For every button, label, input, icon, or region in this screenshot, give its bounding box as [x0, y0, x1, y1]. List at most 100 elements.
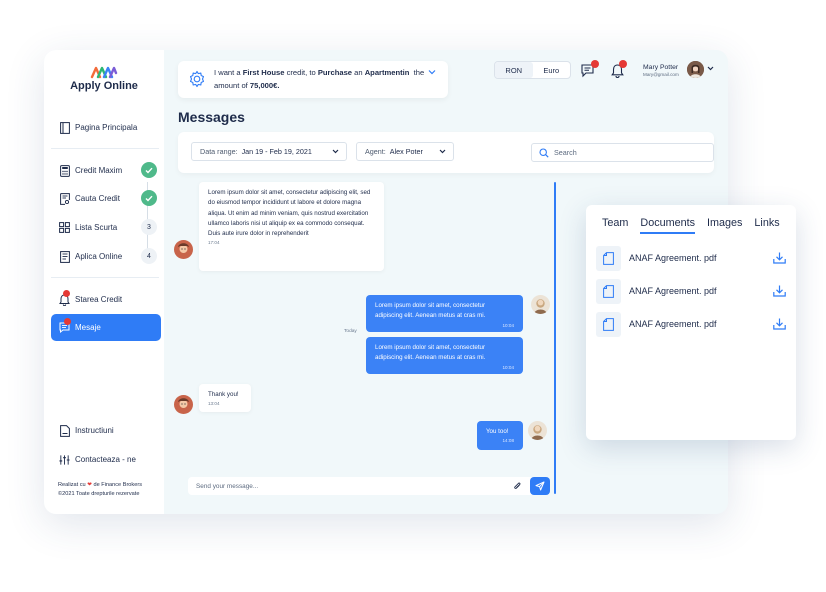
message-time: 10:04	[502, 364, 515, 370]
sidebar-item-instructiuni[interactable]: Instructiuni	[51, 417, 161, 444]
sidebar-item-label: Aplica Online	[75, 252, 123, 261]
paperclip-icon[interactable]	[513, 481, 522, 491]
message-text: Lorem ipsum dolor sit amet, consectetur …	[208, 189, 371, 238]
search-input[interactable]: Search	[531, 143, 714, 162]
divider	[51, 277, 159, 278]
sidebar-item-label: Pagina Principala	[75, 123, 138, 132]
tab-team[interactable]: Team	[602, 217, 628, 234]
search-doc-icon	[59, 192, 70, 205]
logo-icon	[90, 66, 118, 79]
message-outgoing: Lorem ipsum dolor sit amet, consectetur …	[366, 337, 523, 374]
sidebar-item-label: Cauta Credit	[75, 194, 120, 203]
currency-toggle[interactable]: RON Euro	[494, 61, 571, 79]
sidebar-item-label: Credit Maxim	[75, 166, 123, 175]
chevron-down-icon[interactable]	[428, 69, 436, 75]
footer-copyright: ©2021 Toate drepturile rezervate	[58, 491, 140, 497]
file-name: ANAF Agreement. pdf	[629, 319, 717, 329]
document-icon	[59, 424, 70, 437]
sliders-icon	[59, 454, 70, 466]
download-icon[interactable]	[773, 285, 786, 297]
file-item[interactable]: ANAF Agreement. pdf	[596, 245, 786, 271]
footer: Realizat cu ❤ de Finance Brokers ©2021 T…	[58, 481, 142, 499]
notification-badge	[64, 317, 71, 325]
message-time: 17:04	[208, 240, 220, 246]
check-icon	[141, 190, 157, 206]
sidebar-item-mesaje[interactable]: Mesaje	[51, 314, 161, 341]
send-button[interactable]	[530, 477, 550, 495]
calculator-icon	[59, 164, 70, 177]
sidebar-item-cauta-credit[interactable]: Cauta Credit	[51, 185, 161, 212]
messages-button[interactable]	[580, 60, 599, 78]
message-time: 13:04	[208, 401, 220, 407]
download-icon[interactable]	[773, 318, 786, 330]
date-divider: Today	[344, 329, 357, 334]
message-text: You too!	[486, 428, 509, 435]
banner-text: an	[352, 68, 365, 77]
message-outgoing: You too! 14:08	[477, 421, 523, 450]
bell-icon	[59, 289, 70, 306]
sidebar-item-credit-maxim[interactable]: Credit Maxim	[51, 157, 161, 184]
currency-option-euro[interactable]: Euro	[533, 62, 571, 78]
date-range-value: Jan 19 - Feb 19, 2021	[241, 147, 312, 156]
message-time: 14:08	[502, 438, 515, 444]
message-input[interactable]: Send your message...	[188, 477, 544, 495]
sidebar-item-label: Instructiuni	[75, 426, 114, 435]
heart-icon: ❤	[87, 482, 92, 488]
agent-avatar	[174, 240, 193, 259]
sidebar-item-label: Mesaje	[75, 323, 101, 332]
step-number: 4	[141, 248, 157, 264]
message-text: Lorem ipsum dolor sit amet, consectetur …	[375, 344, 486, 362]
doc-icon	[59, 250, 70, 263]
file-name: ANAF Agreement. pdf	[629, 253, 717, 263]
sidebar-item-home[interactable]: Pagina Principala	[51, 114, 161, 141]
message-outgoing: Lorem ipsum dolor sit amet, consectetur …	[366, 295, 523, 332]
file-icon	[596, 278, 621, 304]
message-text: Lorem ipsum dolor sit amet, consectetur …	[375, 302, 486, 320]
documents-panel: Team Documents Images Links ANAF Agreeme…	[586, 205, 796, 440]
sidebar-item-starea-credit[interactable]: Starea Credit	[51, 286, 161, 313]
sidebar-item-aplica-online[interactable]: Aplica Online 4	[51, 243, 161, 270]
notification-badge	[63, 289, 70, 297]
tab-links[interactable]: Links	[754, 217, 779, 234]
search-placeholder: Search	[554, 148, 577, 157]
notification-badge	[619, 60, 627, 68]
date-range-label: Data range:	[200, 147, 238, 156]
file-item[interactable]: ANAF Agreement. pdf	[596, 311, 786, 337]
grid-icon	[59, 222, 70, 234]
file-icon	[596, 311, 621, 337]
sidebar-item-contact[interactable]: Contacteaza - ne	[51, 446, 161, 473]
chevron-down-icon	[332, 149, 339, 154]
user-avatar	[531, 295, 550, 314]
tab-images[interactable]: Images	[707, 217, 742, 234]
page-title: Messages	[178, 109, 245, 125]
message-incoming: Thank you! 13:04	[199, 384, 251, 412]
currency-option-ron[interactable]: RON	[495, 62, 533, 78]
sidebar: Apply Online Pagina Principala Credit Ma…	[44, 50, 164, 514]
sidebar-item-lista-scurta[interactable]: Lista Scurta 3	[51, 214, 161, 241]
banner-property: Apartmentin	[364, 68, 410, 77]
chat-icon	[59, 317, 71, 334]
agent-label: Agent:	[365, 147, 386, 156]
tab-documents[interactable]: Documents	[640, 217, 696, 234]
message-time: 10:04	[502, 322, 515, 328]
date-range-select[interactable]: Data range: Jan 19 - Feb 19, 2021	[191, 142, 347, 161]
message-incoming: Lorem ipsum dolor sit amet, consectetur …	[199, 182, 384, 271]
credit-summary-banner[interactable]: I want a First House credit, to Purchase…	[178, 61, 448, 98]
notifications-button[interactable]	[610, 60, 627, 78]
file-item[interactable]: ANAF Agreement. pdf	[596, 278, 786, 304]
sidebar-item-label: Lista Scurta	[75, 223, 118, 232]
banner-purpose: Purchase	[317, 68, 353, 77]
user-name: Mary Potter	[643, 64, 679, 71]
avatar[interactable]	[687, 61, 704, 78]
step-number: 3	[141, 219, 157, 235]
search-icon	[539, 148, 549, 158]
chat-scrollbar[interactable]	[554, 182, 556, 494]
agent-value: Alex Poter	[389, 147, 423, 156]
message-input-placeholder: Send your message...	[196, 482, 259, 490]
download-icon[interactable]	[773, 252, 786, 264]
chevron-down-icon	[439, 149, 446, 154]
banner-text: the	[409, 68, 425, 77]
brand-logo[interactable]: Apply Online	[44, 65, 164, 92]
agent-select[interactable]: Agent: Alex Poter	[356, 142, 454, 161]
chevron-down-icon[interactable]	[707, 66, 714, 71]
